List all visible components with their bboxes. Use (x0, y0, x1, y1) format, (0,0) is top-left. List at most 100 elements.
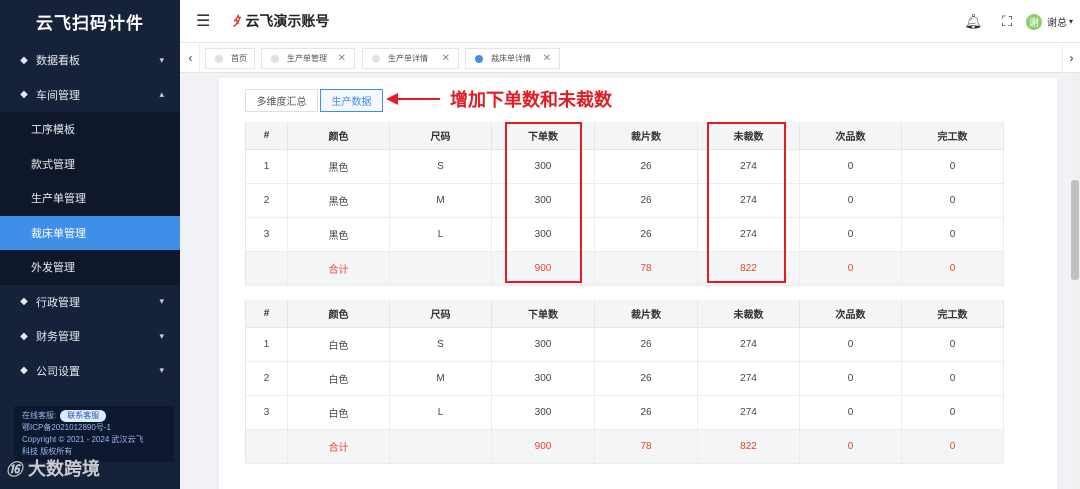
table-cell: 26 (594, 183, 698, 218)
tab-scroll-left-icon[interactable]: ‹ (182, 43, 200, 73)
table-body: 1 黑色 S 300 26 274 0 0 2 黑色 M 300 26 274 0 0 3 黑色 L 300 26 274… (245, 149, 1004, 286)
user-name[interactable]: 谢总 (1047, 14, 1067, 29)
sidebar-subitem-label: 生产单管理 (31, 193, 86, 206)
tag-icon: ◆ (20, 330, 28, 342)
bell-icon[interactable]: 🔔︎ (964, 13, 982, 30)
chevron-down-icon: ▾ (159, 330, 164, 341)
table-cell: 26 (594, 149, 698, 184)
table-row: 3 黑色 L 300 26 274 0 0 (245, 217, 1004, 252)
tab-scroll-right-icon[interactable]: › (1062, 43, 1080, 73)
table-cell: M (389, 183, 492, 218)
hamburger-menu-icon[interactable]: ☰ (196, 11, 210, 31)
table-cell: S (389, 149, 492, 184)
table-cell: 黑色 (287, 149, 390, 184)
sidebar-item-workshop[interactable]: ◆ 车间管理 ▴ (0, 78, 180, 113)
sidebar-item-label: 财务管理 (36, 331, 80, 344)
table-header-row: # 颜色 尺码 下单数 裁片数 未裁数 次品数 完工数 (245, 300, 1004, 328)
sidebar-item-company-settings[interactable]: ◆ 公司设置 ▾ (0, 354, 180, 389)
tab-production-order[interactable]: 生产单管理 ✕ (261, 48, 355, 69)
highlight-box-order-qty (505, 122, 582, 283)
table-cell: 黑色 (287, 183, 390, 218)
sidebar-subitem-cutting-order[interactable]: 裁床单管理 (0, 215, 180, 250)
scrollbar[interactable] (1070, 73, 1080, 489)
column-header: 尺码 (389, 300, 492, 328)
tag-icon: ◆ (20, 54, 28, 66)
table-total-cell: 0 (799, 429, 902, 464)
table-cell: 黑色 (287, 217, 390, 252)
subtab-multi-dimension-summary[interactable]: 多维度汇总 (245, 89, 318, 112)
icp-text[interactable]: 鄂ICP备2021012890号-1 (22, 422, 166, 434)
highlight-box-uncut-qty (707, 122, 786, 283)
subtab-production-data[interactable]: 生产数据 (320, 89, 383, 112)
column-header: 下单数 (491, 300, 595, 328)
table-cell: 0 (799, 183, 902, 218)
watermark-text: 大数跨境 (28, 459, 101, 479)
data-table-black: # 颜色 尺码 下单数 裁片数 未裁数 次品数 完工数 1 黑色 S 300 26 274… (245, 122, 1004, 286)
table-total-cell: 78 (594, 429, 698, 464)
table-row: 1 白色 S 300 26 274 0 0 (245, 327, 1004, 362)
chevron-down-icon: ▾ (159, 54, 164, 65)
sidebar-subitem-style[interactable]: 款式管理 (0, 146, 180, 181)
annotation-text: 增加下单数和未裁数 (450, 90, 612, 110)
tab-dot-icon (475, 54, 483, 63)
table-cell: 白色 (287, 361, 390, 396)
sidebar: 云飞扫码计件 ◆ 数据看板 ▾ ◆ 车间管理 ▴ 工序模板 款式管理 生产单管理… (0, 0, 180, 489)
table-total-cell: 合计 (287, 251, 390, 286)
table-cell: 26 (594, 217, 698, 252)
sidebar-footer: 在线客服: 联系客服 鄂ICP备2021012890号-1 Copyright ©… (14, 406, 174, 462)
table-total-row: 合计 900 78 822 0 0 (245, 251, 1004, 286)
header-actions: 🔔︎ ⛶ 谢 谢总 ▾ (964, 0, 1080, 43)
table-total-cell (245, 429, 288, 464)
copyright-text: Copyright © 2021 - 2024 武汉云飞 (22, 435, 144, 444)
table-cell: 0 (799, 149, 902, 184)
table-cell: 3 (245, 395, 288, 430)
table-total-row: 合计 900 78 822 0 0 (245, 429, 1004, 464)
close-icon[interactable]: ✕ (543, 53, 551, 64)
tab-cutting-order-detail[interactable]: 裁床单详情 ✕ (465, 48, 560, 69)
scroll-thumb[interactable] (1071, 180, 1079, 280)
table-total-cell: 0 (799, 251, 902, 286)
table-cell: 0 (901, 149, 1004, 184)
tab-home[interactable]: 首页 (205, 48, 255, 69)
tag-icon: ◆ (20, 365, 28, 377)
table-cell: 274 (697, 395, 800, 430)
table-cell: 274 (697, 327, 800, 362)
table-total-cell: 78 (594, 251, 698, 286)
table-cell: 0 (799, 395, 902, 430)
watermark: ⑯ 大数跨境 (6, 455, 100, 481)
table-header-row: # 颜色 尺码 下单数 裁片数 未裁数 次品数 完工数 (245, 122, 1004, 150)
sidebar-item-label: 公司设置 (36, 365, 80, 378)
sidebar-subitem-outsourcing[interactable]: 外发管理 (0, 250, 180, 285)
chevron-down-icon: ▾ (159, 296, 164, 307)
sidebar-subitem-process-template[interactable]: 工序模板 (0, 112, 180, 147)
tab-label: 裁床单详情 (491, 54, 531, 63)
caret-down-icon[interactable]: ▾ (1069, 17, 1073, 26)
close-icon[interactable]: ✕ (442, 53, 450, 64)
sidebar-item-dashboard[interactable]: ◆ 数据看板 ▾ (0, 43, 180, 78)
table-cell: M (389, 361, 492, 396)
table-cell: 300 (491, 327, 595, 362)
brand-title: 云飞扫码计件 (36, 14, 144, 33)
column-header: # (245, 122, 288, 150)
table-cell: 0 (799, 327, 902, 362)
table-total-cell: 0 (901, 251, 1004, 286)
table-cell: 300 (491, 395, 595, 430)
table-body: 1 白色 S 300 26 274 0 0 2 白色 M 300 26 274 0 0 3 白色 L 300 26 274… (245, 327, 1004, 464)
column-header: 未裁数 (697, 300, 800, 328)
table-row: 1 黑色 S 300 26 274 0 0 (245, 149, 1004, 184)
tag-icon: ◆ (20, 89, 28, 101)
table-row: 2 黑色 M 300 26 274 0 0 (245, 183, 1004, 218)
table-cell: S (389, 327, 492, 362)
sidebar-item-admin[interactable]: ◆ 行政管理 ▾ (0, 285, 180, 320)
table-total-cell (389, 251, 492, 286)
contact-service-button[interactable]: 联系客服 (60, 410, 107, 422)
table-total-cell: 合计 (287, 429, 390, 464)
sidebar-subitem-production-order[interactable]: 生产单管理 (0, 181, 180, 216)
tab-production-order-detail[interactable]: 生产单详情 ✕ (362, 48, 459, 69)
sidebar-item-finance[interactable]: ◆ 财务管理 ▾ (0, 319, 180, 354)
tab-dot-icon (271, 54, 279, 63)
avatar[interactable]: 谢 (1025, 13, 1042, 30)
close-icon[interactable]: ✕ (338, 53, 346, 64)
fullscreen-icon[interactable]: ⛶ (1002, 13, 1012, 30)
app-logo-icon: ﾀ (232, 13, 240, 29)
